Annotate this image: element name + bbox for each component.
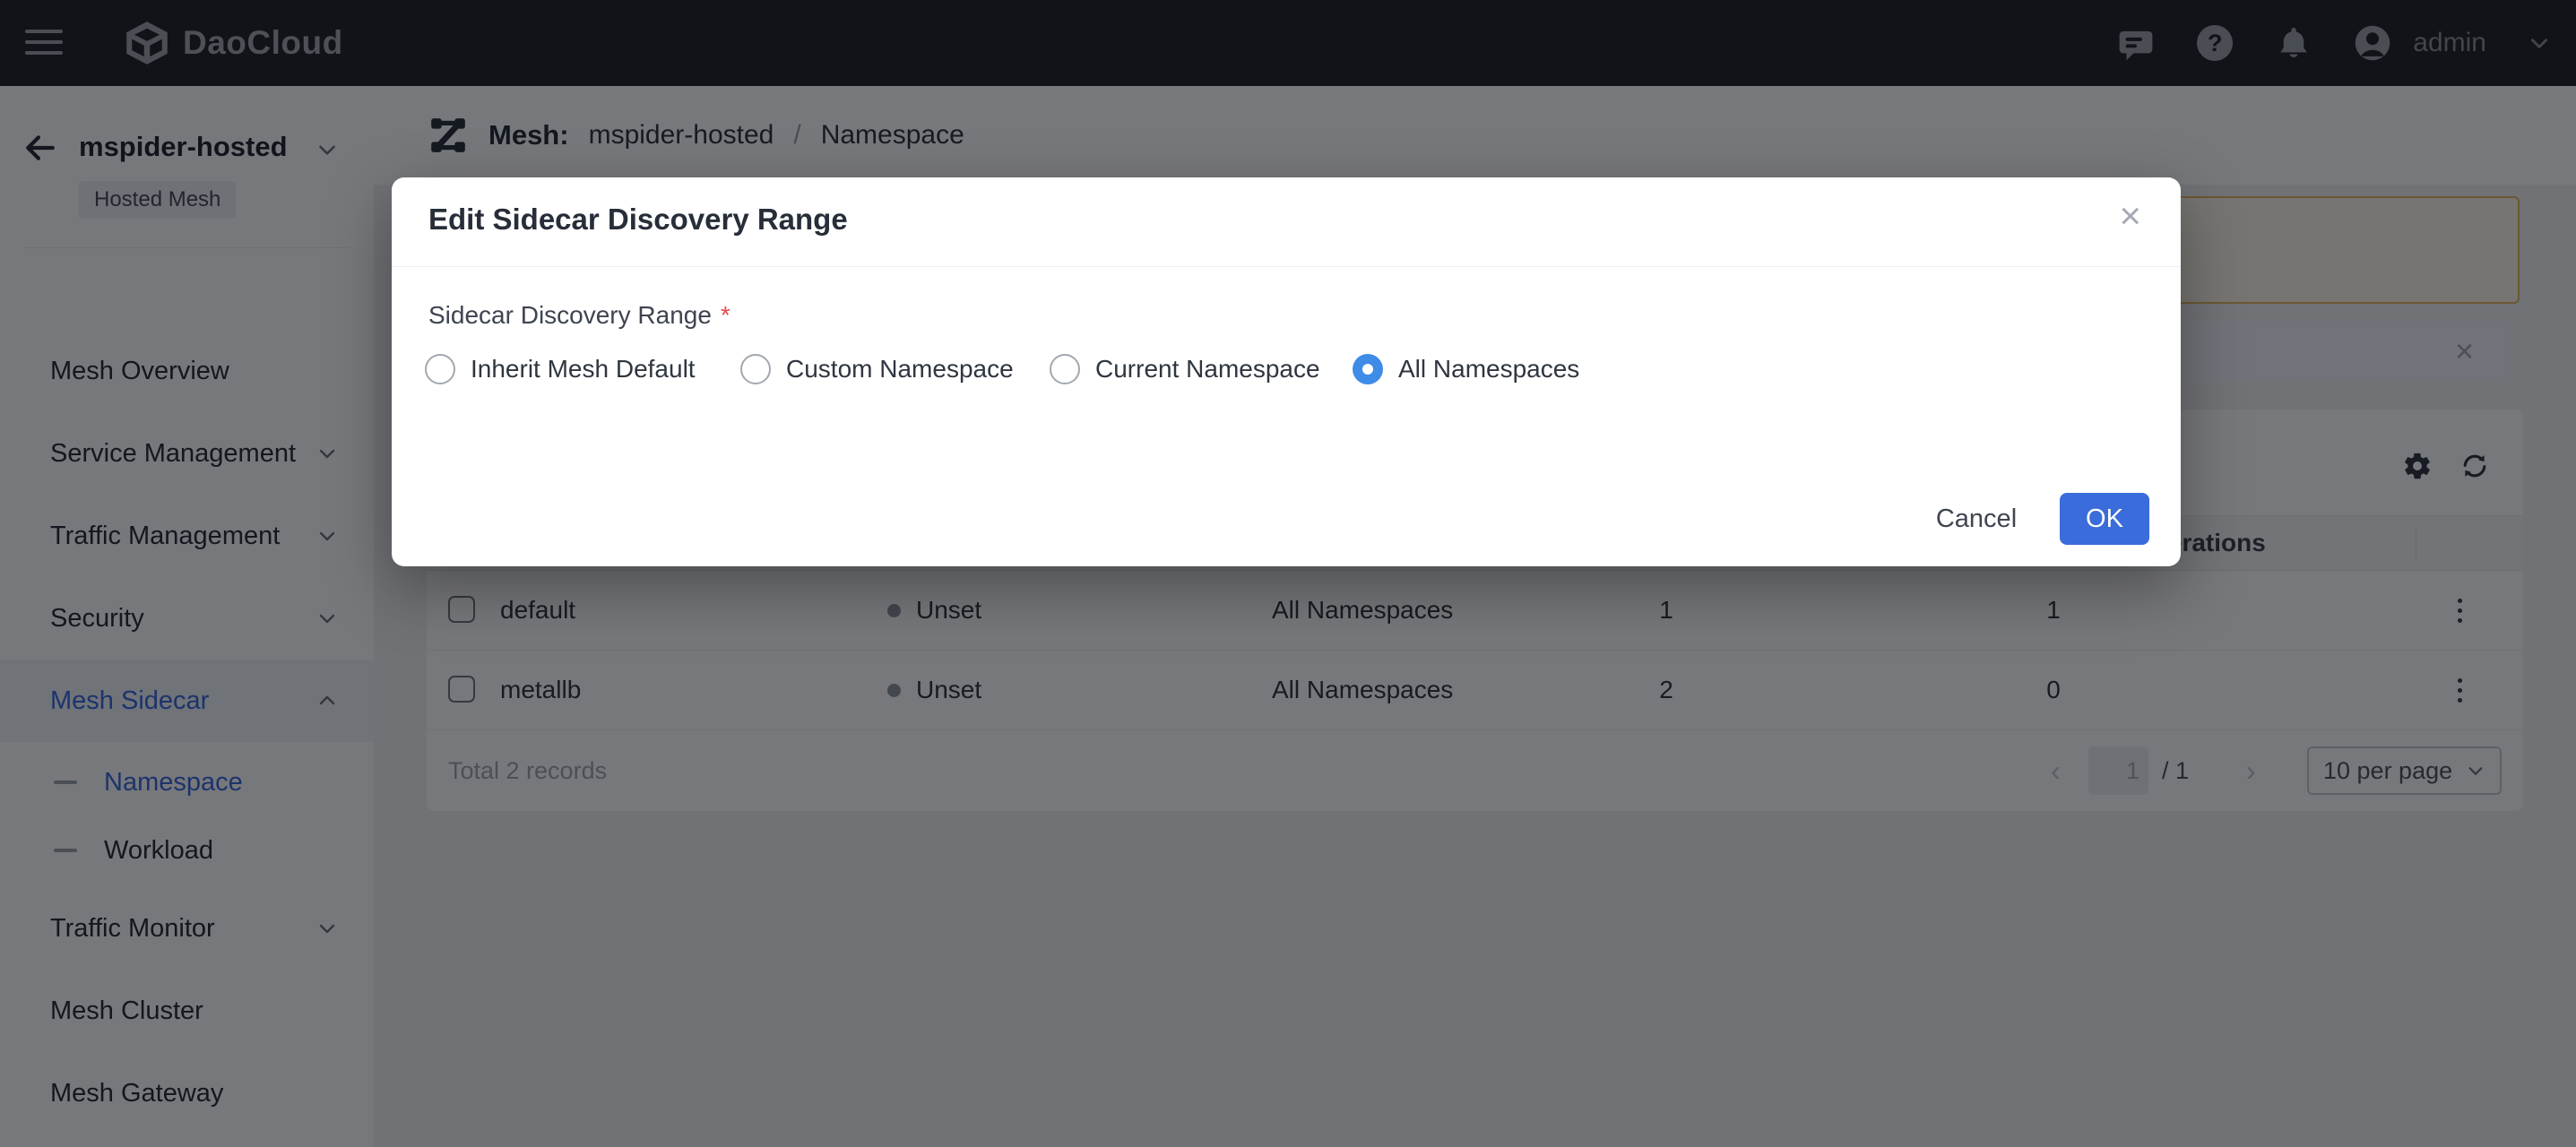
dialog-divider — [392, 266, 2181, 267]
radio-icon — [1050, 354, 1080, 384]
field-label: Sidecar Discovery Range * — [428, 301, 730, 329]
radio-icon — [740, 354, 771, 384]
close-icon[interactable]: × — [2119, 197, 2141, 235]
radio-current-namespace[interactable]: Current Namespace — [1050, 349, 1320, 389]
radio-all-namespaces[interactable]: All Namespaces — [1353, 349, 1579, 389]
radio-selected-icon — [1353, 354, 1383, 384]
required-asterisk: * — [720, 301, 730, 329]
ok-button[interactable]: OK — [2060, 493, 2149, 545]
radio-inherit-mesh-default[interactable]: Inherit Mesh Default — [425, 349, 696, 389]
radio-custom-namespace[interactable]: Custom Namespace — [740, 349, 1014, 389]
cancel-button[interactable]: Cancel — [1923, 493, 2030, 545]
modal-backdrop — [0, 0, 2576, 1147]
radio-icon — [425, 354, 455, 384]
app-screen: DaoCloud ? admin mspi — [0, 0, 2576, 1147]
dialog-title: Edit Sidecar Discovery Range — [428, 203, 848, 236]
edit-sidecar-discovery-range-dialog: Edit Sidecar Discovery Range × Sidecar D… — [392, 177, 2181, 566]
